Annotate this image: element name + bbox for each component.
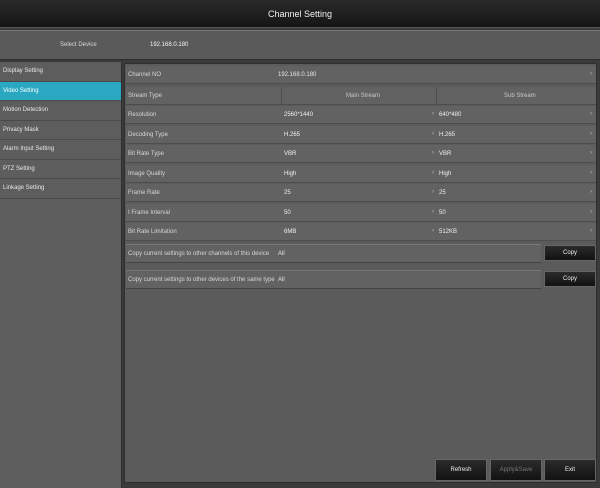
- sidebar-item-label: Privacy Mask: [3, 126, 39, 133]
- row-label: Bit Rate Type: [128, 151, 164, 157]
- sub-stream-value[interactable]: High: [439, 171, 451, 177]
- sidebar-item-display-setting[interactable]: Display Setting: [0, 62, 121, 82]
- sidebar-item-label: Linkage Setting: [3, 185, 45, 192]
- chevron-right-icon: ›: [590, 189, 592, 195]
- sub-stream-value[interactable]: 50: [439, 210, 446, 216]
- chevron-right-icon: ›: [590, 208, 592, 215]
- exit-button[interactable]: Exit: [544, 459, 596, 481]
- main-stream-value[interactable]: 6MB: [284, 229, 296, 235]
- main-stream-value[interactable]: High: [284, 171, 296, 177]
- apply-save-button[interactable]: Apply&Save: [490, 459, 542, 481]
- channel-row[interactable]: Channel NO 192.168.0.180 ›: [126, 66, 596, 84]
- sub-stream-value[interactable]: 25: [439, 190, 446, 196]
- sub-stream-value[interactable]: H.265: [439, 132, 455, 138]
- sidebar-item-label: Display Setting: [3, 68, 44, 75]
- stream-header-row: Stream Type Main Stream Sub Stream: [126, 87, 596, 105]
- main-stream-value[interactable]: VBR: [284, 151, 296, 157]
- chevron-right-icon: ›: [432, 228, 434, 234]
- chevron-right-icon: ›: [590, 169, 592, 176]
- sidebar-item-linkage-setting[interactable]: Linkage Setting: [0, 179, 121, 199]
- chevron-right-icon: ›: [432, 169, 434, 176]
- select-device-value[interactable]: 192.168.0.180: [150, 42, 188, 48]
- chevron-right-icon: ›: [590, 130, 592, 137]
- chevron-right-icon: ›: [590, 71, 592, 77]
- table-row: I Frame Interval 50 › 50 ›: [126, 203, 596, 222]
- chevron-right-icon: ›: [590, 111, 592, 117]
- channel-value[interactable]: 192.168.0.180: [278, 72, 316, 78]
- device-select-bar: Select Device 192.168.0.180: [0, 30, 600, 60]
- window-title: Channel Setting: [267, 8, 333, 19]
- copy-devices-row: Copy current settings to other devices o…: [126, 270, 541, 289]
- chevron-right-icon: ›: [590, 150, 592, 156]
- column-divider: [436, 87, 437, 105]
- row-label: I Frame Interval: [128, 209, 171, 216]
- main-stream-value[interactable]: H.265: [284, 132, 300, 138]
- copy-channels-label: Copy current settings to other channels …: [128, 251, 270, 257]
- chevron-right-icon: ›: [590, 228, 592, 234]
- sidebar-item-alarm-input-setting[interactable]: Alarm Input Setting: [0, 140, 121, 160]
- sub-stream-header: Sub Stream: [504, 93, 536, 99]
- row-label: Decoding Type: [128, 131, 168, 138]
- row-label: Bit Rate Limitation: [128, 229, 177, 235]
- sub-stream-value[interactable]: 512KB: [439, 229, 457, 235]
- main-stream-header: Main Stream: [346, 93, 381, 99]
- copy-devices-select[interactable]: All: [278, 277, 285, 283]
- sidebar-item-privacy-mask[interactable]: Privacy Mask: [0, 121, 121, 140]
- table-row: Decoding Type H.265 › H.265 ›: [126, 125, 596, 144]
- row-label: Resolution: [128, 112, 157, 118]
- main-stream-value[interactable]: 50: [284, 210, 291, 216]
- main-stream-value[interactable]: 25: [284, 190, 291, 196]
- table-row: Frame Rate 25 › 25 ›: [126, 184, 596, 202]
- sub-stream-value[interactable]: 640*480: [439, 112, 461, 118]
- channel-label: Channel NO: [128, 72, 162, 78]
- sidebar-item-motion-detection[interactable]: Motion Detection: [0, 101, 121, 121]
- chevron-right-icon: ›: [432, 111, 434, 117]
- row-label: Frame Rate: [128, 190, 160, 196]
- chevron-right-icon: ›: [432, 208, 434, 215]
- sidebar: Display Setting Video Setting Motion Det…: [0, 62, 122, 488]
- footer-bar: Refresh Apply&Save Exit: [124, 458, 597, 484]
- video-setting-panel: Channel NO 192.168.0.180 › Stream Type M…: [124, 63, 597, 483]
- main-stream-value[interactable]: 2560*1440: [284, 112, 313, 118]
- table-row: Bit Rate Limitation 6MB › 512KB ›: [126, 223, 596, 241]
- select-device-label: Select Device: [60, 42, 97, 48]
- row-label: Image Quality: [128, 170, 166, 177]
- sidebar-item-label: Video Setting: [3, 87, 39, 94]
- chevron-right-icon: ›: [432, 150, 434, 156]
- copy-channels-row: Copy current settings to other channels …: [126, 244, 541, 263]
- column-divider: [281, 87, 282, 105]
- stream-type-label: Stream Type: [128, 93, 162, 99]
- sidebar-item-label: Motion Detection: [3, 107, 49, 114]
- refresh-button[interactable]: Refresh: [435, 459, 487, 481]
- sub-stream-value[interactable]: VBR: [439, 151, 451, 157]
- copy-devices-label: Copy current settings to other devices o…: [128, 277, 275, 283]
- chevron-right-icon: ›: [432, 130, 434, 137]
- copy-channels-button[interactable]: Copy: [544, 245, 596, 261]
- table-row: Resolution 2560*1440 › 640*480 ›: [126, 106, 596, 124]
- sidebar-item-ptz-setting[interactable]: PTZ Setting: [0, 160, 121, 179]
- sidebar-item-label: Alarm Input Setting: [3, 146, 55, 153]
- sidebar-item-label: PTZ Setting: [3, 165, 35, 172]
- copy-channels-select[interactable]: All: [278, 251, 285, 257]
- title-bar: Channel Setting: [0, 0, 600, 28]
- sidebar-item-video-setting[interactable]: Video Setting: [0, 81, 121, 101]
- chevron-right-icon: ›: [432, 189, 434, 195]
- table-row: Bit Rate Type VBR › VBR ›: [126, 145, 596, 163]
- copy-devices-button[interactable]: Copy: [544, 271, 596, 287]
- table-row: Image Quality High › High ›: [126, 164, 596, 183]
